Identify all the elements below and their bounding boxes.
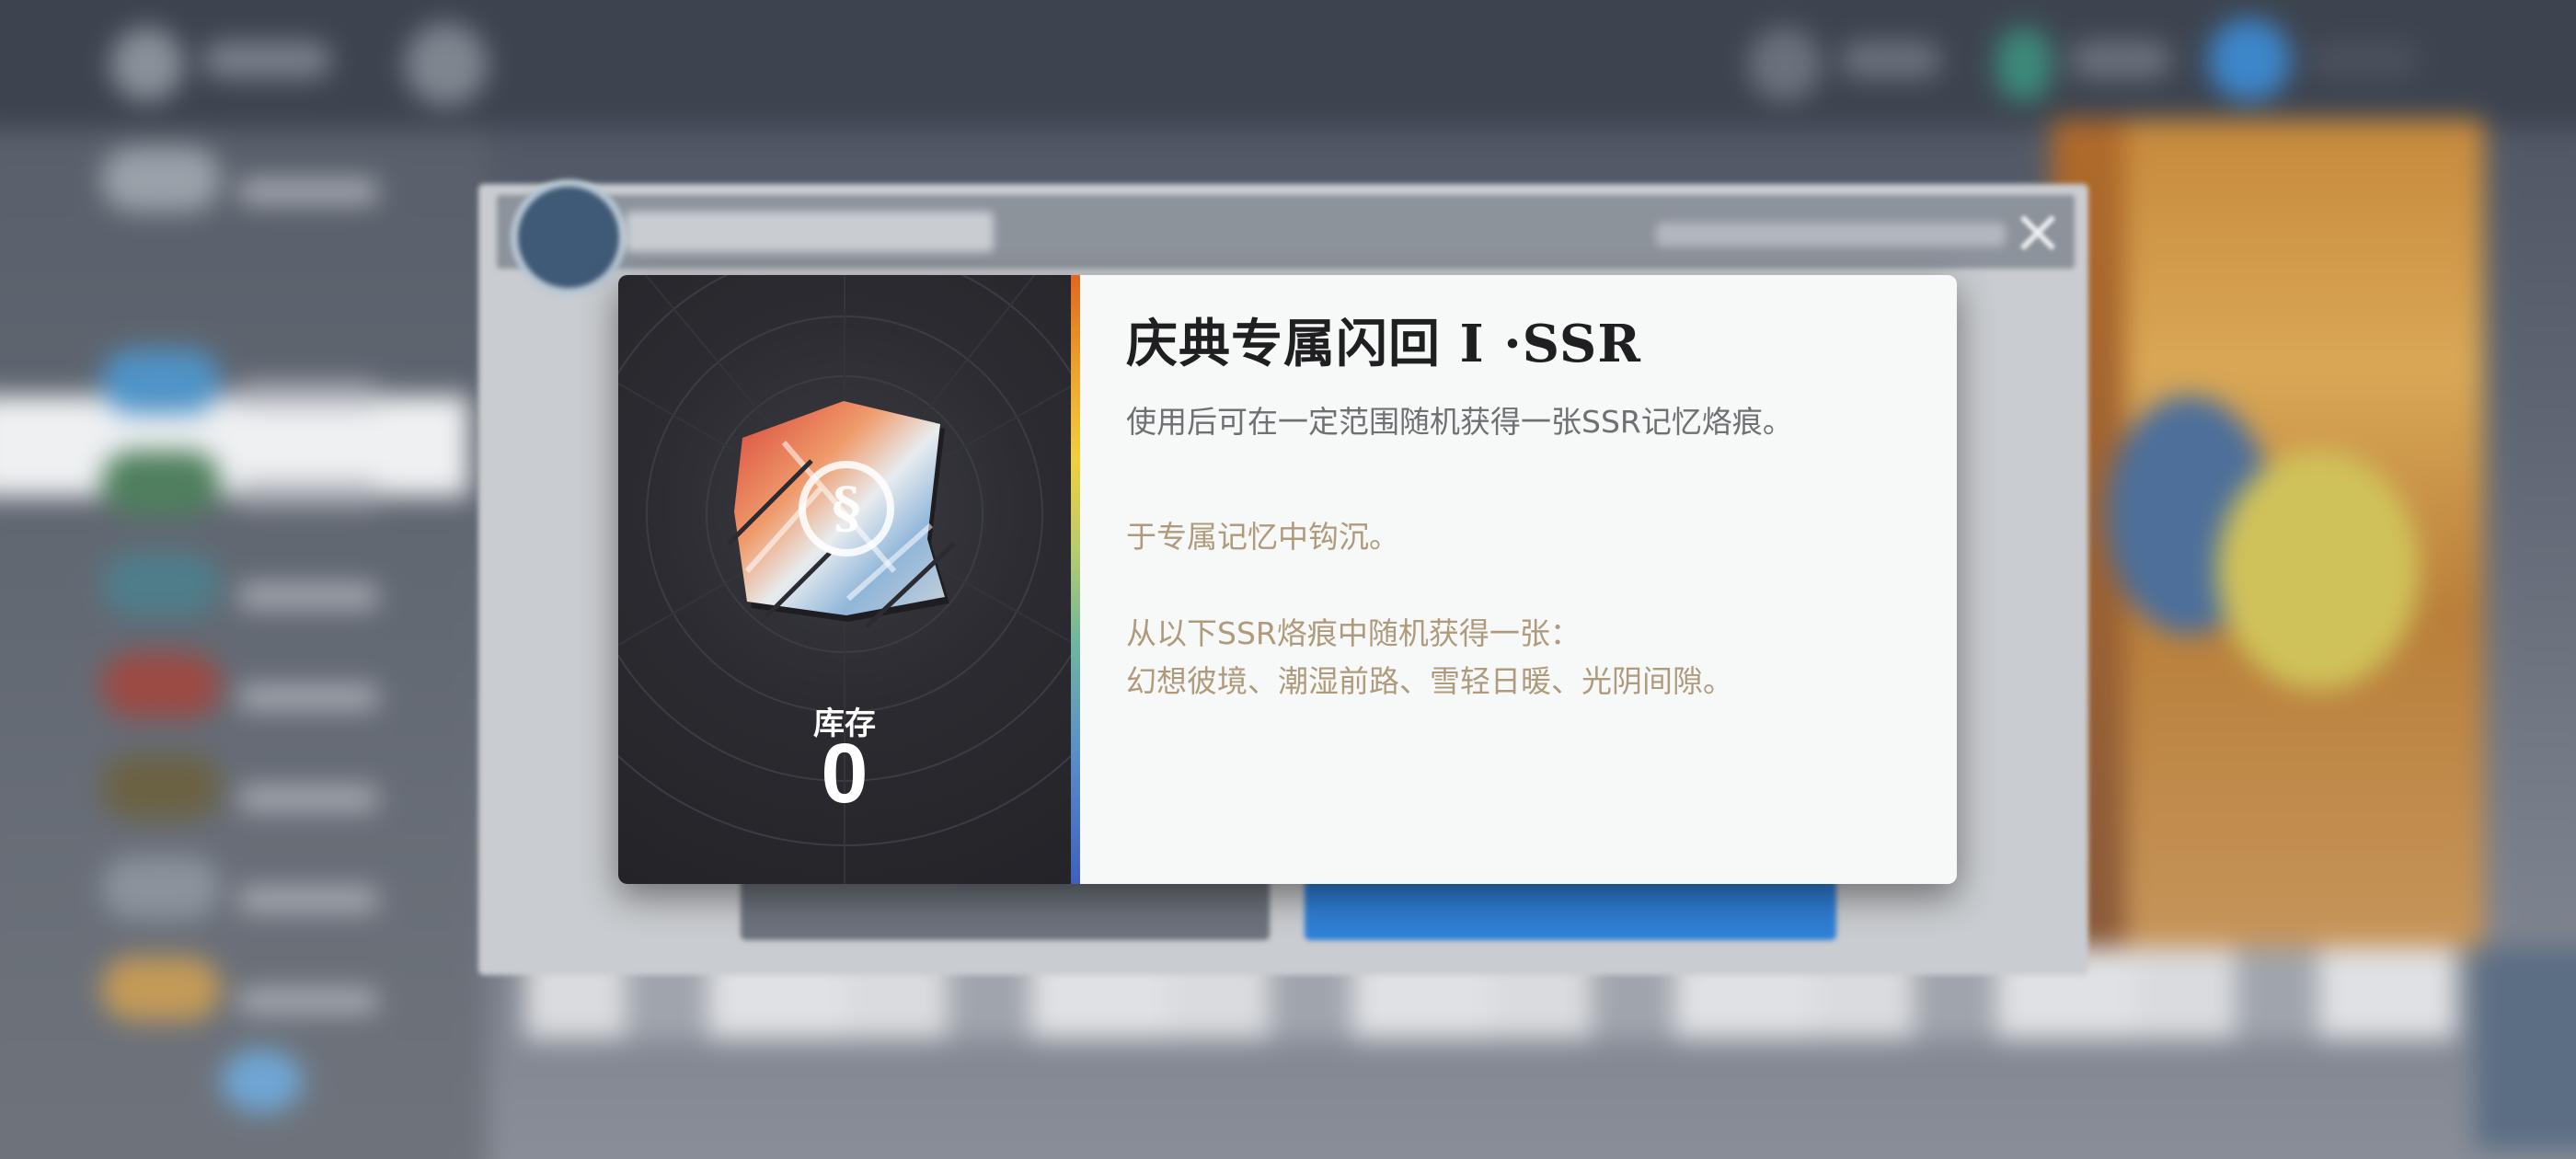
item-description: 使用后可在一定范围随机获得一张SSR记忆烙痕。	[1126, 404, 1793, 440]
rarity-stripe	[1071, 275, 1080, 884]
reward-pool-intro: 从以下SSR烙痕中随机获得一张：	[1126, 615, 1581, 651]
close-icon[interactable]	[2015, 210, 2061, 256]
shop-logo	[511, 179, 627, 295]
item-detail-dialog: § 库存 0 庆典专属闪回 I ·SSR 使用后可在一定范围随机获得一张SSR记…	[618, 275, 1957, 884]
sidebar	[0, 129, 488, 1159]
item-name: 庆典专属闪回 I ·SSR	[1126, 314, 1641, 374]
item-info-panel: 庆典专属闪回 I ·SSR 使用后可在一定范围随机获得一张SSR记忆烙痕。 于专…	[1080, 275, 1957, 884]
reward-pool-list: 幻想彼境、潮湿前路、雪轻日暖、光阴间隙。	[1126, 663, 1733, 699]
top-bar	[0, 0, 2576, 129]
stock-count: 0	[821, 727, 868, 820]
item-flavor-text: 于专属记忆中钩沉。	[1126, 519, 1399, 555]
ssr-memory-fragment-icon: §	[727, 401, 956, 628]
svg-text:§: §	[832, 476, 860, 541]
item-preview-panel: § 库存 0	[618, 275, 1071, 884]
shop-subtitle	[1656, 223, 2006, 247]
shop-title	[626, 212, 994, 252]
